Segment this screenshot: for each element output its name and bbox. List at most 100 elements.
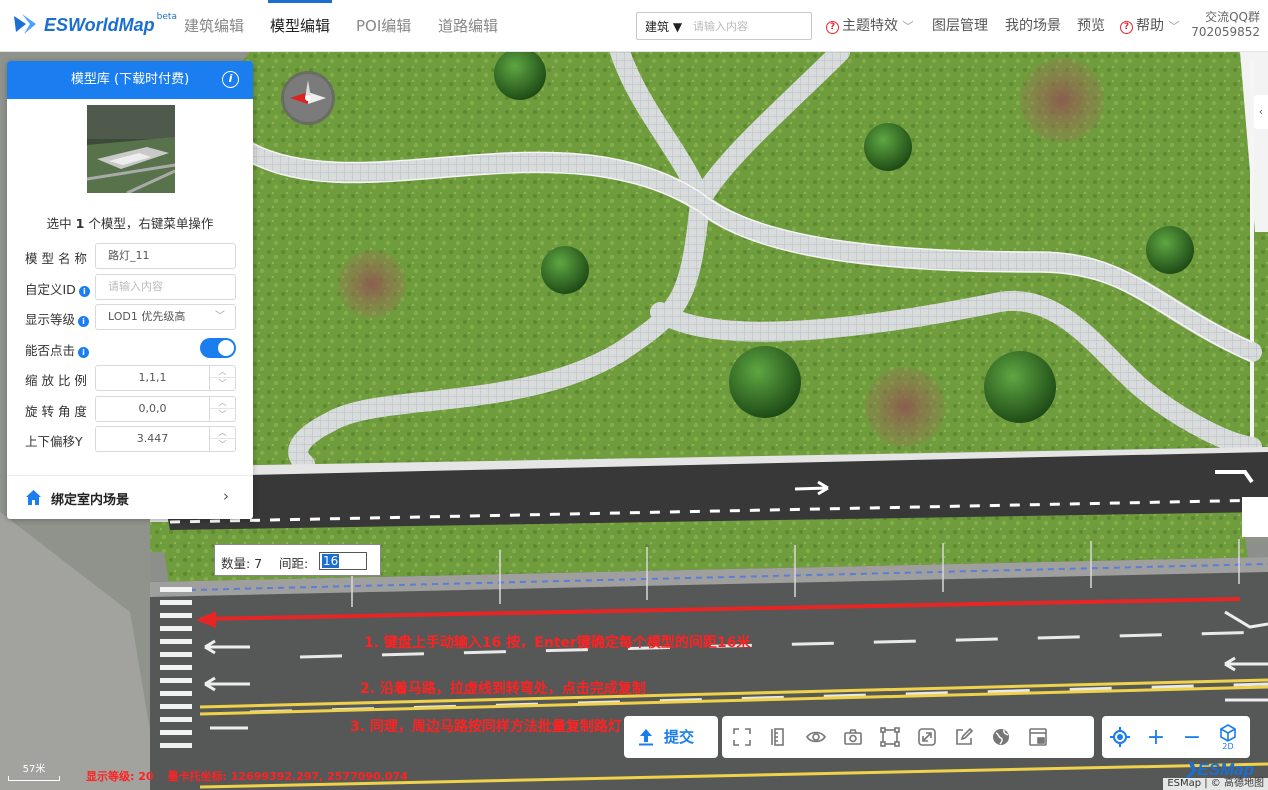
info-icon[interactable]: i — [222, 71, 239, 88]
help-menu[interactable]: ? 帮助 ﹀ — [1120, 0, 1179, 52]
plus-icon: + — [1146, 724, 1166, 750]
model-thumbnail[interactable] — [87, 105, 175, 193]
resize-button[interactable] — [910, 716, 944, 758]
search-bar: 建筑 ▼ — [636, 12, 812, 40]
tab-road-edit[interactable]: 道路编辑 — [438, 0, 498, 52]
brand-beta: beta — [156, 12, 177, 22]
clickable-toggle[interactable] — [200, 338, 236, 358]
view-mode-2d-label: 2D — [1222, 741, 1234, 751]
frame-select-button[interactable] — [873, 716, 907, 758]
visibility-button[interactable] — [799, 716, 833, 758]
screen-icon — [1029, 728, 1047, 746]
question-icon: ? — [826, 21, 839, 34]
locate-icon — [1110, 727, 1130, 747]
selection-prefix: 选中 — [46, 216, 76, 231]
ruler-button[interactable] — [762, 716, 796, 758]
caret-down-icon: ▼ — [672, 19, 683, 34]
view-mode-2d-button[interactable]: 2D — [1210, 716, 1246, 758]
scale-row: 缩 放 比 例 1,1,1 ︿ ﹀ — [7, 365, 253, 391]
spacing-input[interactable]: 16 — [319, 552, 367, 570]
rotation-stepper[interactable]: ︿ ﹀ — [209, 397, 235, 421]
esmap-logo-icon: ❯ — [1183, 760, 1198, 779]
scale-input[interactable]: 1,1,1 ︿ ﹀ — [95, 365, 236, 391]
esmap-logo-text: ESMap — [1197, 760, 1254, 779]
chevron-up-icon[interactable]: ︿ — [210, 397, 235, 409]
screenshot-button[interactable] — [836, 716, 870, 758]
brand-logo[interactable]: ESWorldMap beta — [10, 12, 177, 38]
copy-count-box: 数量: 7 间距: 16 — [214, 544, 381, 576]
display-level-label-wrap: 显示等级 i — [25, 309, 90, 328]
chevron-down-icon: ﹀ — [1168, 20, 1180, 33]
offset-y-row: 上下偏移Y 3.447 ︿ ﹀ — [7, 426, 253, 452]
submit-label: 提交 — [664, 728, 695, 746]
fullscreen-button[interactable] — [725, 716, 759, 758]
offset-y-stepper[interactable]: ︿ ﹀ — [209, 427, 235, 451]
scale-line — [8, 776, 60, 781]
compass-icon — [281, 71, 335, 125]
annotation-step-1: 1. 键盘上手动输入16 按，Enter键确定每个模型的间距16米 — [364, 635, 751, 651]
tab-poi-edit[interactable]: POI编辑 — [356, 0, 411, 52]
edit-button[interactable] — [947, 716, 981, 758]
camera-icon — [844, 729, 862, 745]
map-copyright: ESMap | © 高德地图 — [1163, 778, 1268, 790]
custom-id-input[interactable]: 请输入内容 — [95, 274, 236, 300]
model-name-label: 模 型 名 称 — [25, 251, 87, 266]
clickable-row: 能否点击 i — [7, 335, 253, 361]
top-header: ESWorldMap beta 建筑编辑 模型编辑 POI编辑 道路编辑 建筑 … — [0, 0, 1268, 52]
info-icon[interactable]: i — [78, 316, 90, 327]
search-input[interactable] — [693, 19, 803, 33]
display-level-status: 显示等级: 20 — [86, 770, 154, 783]
bind-indoor-scene-row[interactable]: 绑定室内场景 › — [7, 475, 253, 519]
zoom-in-button[interactable]: + — [1138, 716, 1174, 758]
scale-label: 缩 放 比 例 — [25, 373, 87, 388]
info-icon[interactable]: i — [78, 286, 90, 297]
model-library-panel: 模型库 (下载时付费) i 选中 1 个模型，右键菜单操作 模 型 名 称 路灯… — [7, 61, 253, 519]
mercator-coordinates: 墨卡托坐标: 12699392.297, 2577090.074 — [167, 770, 408, 783]
chevron-down-icon[interactable]: ﹀ — [210, 439, 235, 451]
custom-id-row: 自定义ID i 请输入内容 — [7, 274, 253, 300]
my-scene-link[interactable]: 我的场景 — [1005, 0, 1061, 52]
layer-manage-link[interactable]: 图层管理 — [932, 0, 988, 52]
right-panel-collapse-button[interactable]: ‹ — [1254, 95, 1268, 129]
locate-button[interactable] — [1102, 716, 1138, 758]
rotation-input[interactable]: 0,0,0 ︿ ﹀ — [95, 396, 236, 422]
resize-icon — [918, 728, 936, 746]
annotation-step-2: 2. 沿着马路，拉虚线到转弯处，点击完成复制 — [360, 681, 646, 697]
display-level-row: 显示等级 i LOD1 优先级高 ﹀ — [7, 304, 253, 330]
screen-button[interactable] — [1021, 716, 1055, 758]
preview-link[interactable]: 预览 — [1077, 0, 1105, 52]
brand-logo-icon — [14, 14, 36, 34]
display-level-value: LOD1 优先级高 — [108, 310, 186, 323]
theme-effect-menu[interactable]: ? 主题特效 ﹀ — [826, 0, 913, 52]
fullscreen-icon — [733, 728, 751, 746]
offset-y-input[interactable]: 3.447 ︿ ﹀ — [95, 426, 236, 452]
custom-id-label: 自定义ID — [25, 282, 76, 297]
brand-name: ESWorldMap — [44, 14, 155, 35]
search-type-select[interactable]: 建筑 ▼ — [637, 18, 693, 35]
rotation-row: 旋 转 角 度 0,0,0 ︿ ﹀ — [7, 396, 253, 422]
selection-info: 选中 1 个模型，右键菜单操作 — [7, 213, 253, 232]
globe-button[interactable] — [984, 716, 1018, 758]
submit-button[interactable]: 提交 — [624, 716, 718, 758]
tab-building-edit[interactable]: 建筑编辑 — [184, 0, 244, 52]
display-level-select[interactable]: LOD1 优先级高 ﹀ — [95, 304, 236, 330]
chevron-up-icon[interactable]: ︿ — [210, 366, 235, 378]
zoom-out-button[interactable]: − — [1174, 716, 1210, 758]
chevron-down-icon[interactable]: ﹀ — [210, 409, 235, 421]
compass-widget[interactable] — [280, 70, 336, 126]
info-icon[interactable]: i — [78, 347, 90, 358]
chevron-up-icon[interactable]: ︿ — [210, 427, 235, 439]
spacing-value: 16 — [322, 554, 340, 568]
esmap-logo: ❯ESMap — [1183, 760, 1254, 780]
selection-suffix: 个模型，右键菜单操作 — [84, 216, 214, 231]
home-icon — [26, 490, 41, 505]
qq-group-number: 702059852 — [1191, 25, 1260, 39]
chevron-down-icon[interactable]: ﹀ — [210, 378, 235, 390]
globe-icon — [993, 729, 1009, 745]
model-name-input[interactable]: 路灯_11 — [95, 243, 236, 269]
chevron-down-icon: ﹀ — [902, 20, 914, 33]
annotation-step-3: 3. 同理，周边马路按同样方法批量复制路灯 — [350, 719, 622, 735]
status-bar: 显示等级: 20 墨卡托坐标: 12699392.297, 2577090.074 — [86, 768, 408, 784]
tab-model-edit[interactable]: 模型编辑 — [267, 0, 333, 52]
scale-stepper[interactable]: ︿ ﹀ — [209, 366, 235, 390]
